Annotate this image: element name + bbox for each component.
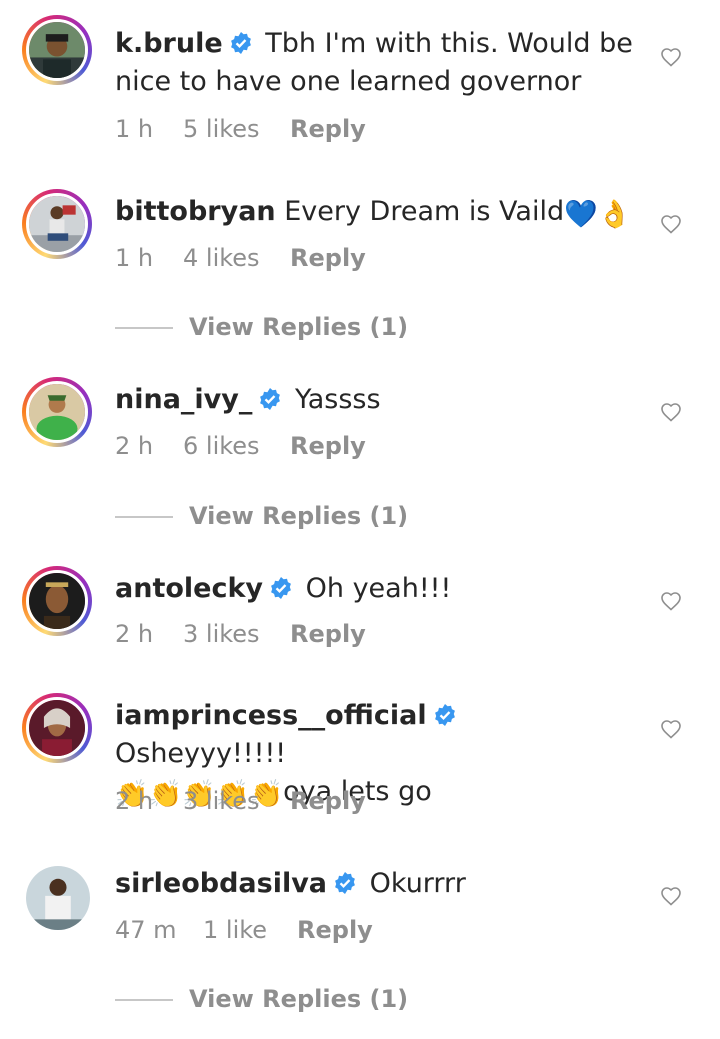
likes-count[interactable]: 3 likes	[183, 618, 290, 650]
avatar[interactable]	[22, 566, 92, 636]
comment-text: sirleobdasilva Okurrrr	[115, 865, 640, 903]
comment-body: Okurrrr	[369, 868, 466, 899]
like-heart-icon[interactable]	[659, 884, 683, 908]
verified-badge-icon	[433, 703, 457, 727]
view-replies-button[interactable]: View Replies (1)	[115, 983, 408, 1015]
divider-line	[115, 327, 173, 329]
likes-count[interactable]: 5 likes	[183, 113, 290, 145]
likes-count[interactable]: 1 like	[203, 914, 297, 946]
comment-body: Osheyyy!!!!!	[115, 738, 287, 769]
comment-meta: 1 h 4 likes Reply	[115, 242, 366, 274]
verified-badge-icon	[333, 871, 357, 895]
timestamp: 47 m	[115, 916, 177, 944]
like-heart-icon[interactable]	[659, 717, 683, 741]
likes-count[interactable]: 3 likes	[183, 785, 290, 817]
verified-badge-icon	[229, 31, 253, 55]
reply-button[interactable]: Reply	[290, 242, 366, 274]
username[interactable]: antolecky	[115, 573, 263, 604]
comment-body: Oh yeah!!!	[305, 573, 452, 604]
divider-line	[115, 999, 173, 1001]
username[interactable]: iamprincess__official	[115, 700, 427, 731]
likes-count[interactable]: 6 likes	[183, 430, 290, 462]
username[interactable]: k.brule	[115, 28, 223, 59]
comment-body: Yassss	[294, 384, 381, 415]
view-replies-label: View Replies (1)	[189, 985, 409, 1013]
verified-badge-icon	[269, 576, 293, 600]
avatar[interactable]	[22, 15, 92, 85]
like-heart-icon[interactable]	[659, 212, 683, 236]
avatar[interactable]	[22, 189, 92, 259]
reply-button[interactable]: Reply	[297, 914, 373, 946]
comment-meta: 2 h 3 likes Reply	[115, 618, 366, 650]
timestamp: 2 h	[115, 787, 154, 815]
username[interactable]: sirleobdasilva	[115, 868, 327, 899]
username[interactable]: nina_ivy_	[115, 384, 252, 415]
reply-button[interactable]: Reply	[290, 430, 366, 462]
comment-meta: 2 h 3 likes Reply	[115, 785, 366, 817]
divider-line	[115, 516, 173, 518]
timestamp: 1 h	[115, 115, 154, 143]
username[interactable]: bittobryan	[115, 196, 276, 227]
comment-meta: 47 m 1 like Reply	[115, 914, 373, 946]
comment-text: antolecky Oh yeah!!!	[115, 570, 640, 608]
comment-text: k.brule Tbh I'm with this. Would be nice…	[115, 25, 640, 101]
view-replies-button[interactable]: View Replies (1)	[115, 500, 408, 532]
likes-count[interactable]: 4 likes	[183, 242, 290, 274]
comment-body: Every Dream is Vaild	[284, 196, 565, 227]
view-replies-label: View Replies (1)	[189, 502, 409, 530]
timestamp: 2 h	[115, 620, 154, 648]
comment-text: bittobryan Every Dream is Vaild💙👌	[115, 193, 640, 234]
like-heart-icon[interactable]	[659, 400, 683, 424]
avatar[interactable]	[22, 693, 92, 763]
timestamp: 2 h	[115, 432, 154, 460]
comment-meta: 2 h 6 likes Reply	[115, 430, 366, 462]
reply-button[interactable]: Reply	[290, 785, 366, 817]
comment-text: nina_ivy_ Yassss	[115, 381, 640, 419]
like-heart-icon[interactable]	[659, 589, 683, 613]
timestamp: 1 h	[115, 244, 154, 272]
reply-button[interactable]: Reply	[290, 618, 366, 650]
view-replies-label: View Replies (1)	[189, 313, 409, 341]
like-heart-icon[interactable]	[659, 45, 683, 69]
verified-badge-icon	[258, 387, 282, 411]
avatar[interactable]	[22, 377, 92, 447]
avatar[interactable]	[26, 866, 90, 930]
reply-button[interactable]: Reply	[290, 113, 366, 145]
comment-emoji: 💙👌	[564, 199, 632, 230]
view-replies-button[interactable]: View Replies (1)	[115, 311, 408, 343]
comment-meta: 1 h 5 likes Reply	[115, 113, 366, 145]
